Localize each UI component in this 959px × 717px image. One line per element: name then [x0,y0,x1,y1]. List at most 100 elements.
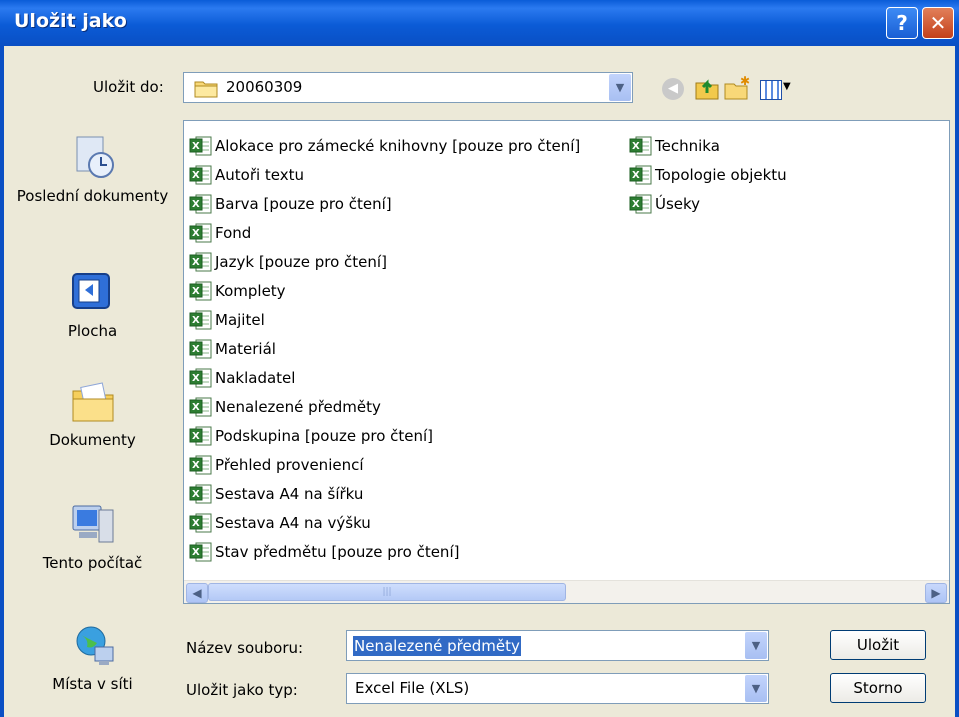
my-computer-icon [72,505,113,543]
place-network[interactable]: Místa v síti [10,621,175,695]
my-documents-icon [72,382,113,422]
horizontal-scrollbar[interactable]: ◀ ||| ▶ [184,580,949,603]
title-bar: Uložit jako ? ✕ [0,0,959,46]
file-item[interactable]: X Barva [pouze pro čtení] [189,189,580,218]
desktop-icon [71,273,110,309]
file-item[interactable]: X Majitel [189,305,580,334]
window-title: Uložit jako [14,10,127,32]
help-button[interactable]: ? [886,7,918,39]
file-name: Sestava A4 na šířku [215,484,364,503]
excel-file-icon: X [629,136,652,155]
filetype-label: Uložit jako typ: [186,681,298,699]
filetype-value: Excel File (XLS) [355,679,470,697]
svg-text:X: X [192,489,200,500]
file-item[interactable]: X Stav předmětu [pouze pro čtení] [189,537,580,566]
svg-text:✱: ✱ [740,75,750,88]
svg-text:X: X [192,431,200,442]
place-my-computer[interactable]: Tento počítač [10,500,175,574]
filename-field[interactable]: Nenalezené předměty ▼ [346,630,769,661]
up-folder-icon[interactable] [694,75,720,101]
file-name: Jazyk [pouze pro čtení] [215,252,387,271]
file-name: Stav předmětu [pouze pro čtení] [215,542,460,561]
place-label-documents: Dokumenty [49,431,136,449]
file-item[interactable]: X Nenalezené předměty [189,392,580,421]
svg-text:X: X [632,170,640,181]
file-name: Topologie objektu [655,165,787,184]
chevron-down-icon[interactable]: ▼ [745,632,767,659]
svg-text:X: X [192,547,200,558]
file-item[interactable]: X Úseky [629,189,787,218]
place-desktop[interactable]: Plocha [10,268,175,342]
file-name: Alokace pro zámecké knihovny [pouze pro … [215,136,581,155]
file-item[interactable]: X Autoři textu [189,160,580,189]
file-name: Fond [215,223,252,242]
file-name: Autoři textu [215,165,305,184]
file-item[interactable]: X Nakladatel [189,363,580,392]
file-name: Úseky [655,194,701,213]
svg-text:X: X [632,199,640,210]
filetype-select[interactable]: Excel File (XLS) ▼ [346,673,769,704]
chevron-down-icon[interactable]: ▼ [745,675,767,702]
network-places-icon [76,626,113,665]
excel-file-icon: X [189,136,212,155]
save-button[interactable]: Uložit [830,630,926,660]
excel-file-icon: X [189,455,212,474]
cancel-button[interactable]: Storno [830,673,926,703]
scroll-left-icon[interactable]: ◀ [186,583,208,603]
file-item[interactable]: X Technika [629,131,787,160]
close-button[interactable]: ✕ [922,7,954,39]
back-icon[interactable]: ◀ [662,78,684,100]
file-list[interactable]: X Alokace pro zámecké knihovny [pouze pro… [183,120,950,604]
excel-file-icon: X [189,281,212,300]
svg-text:X: X [632,141,640,152]
excel-file-icon: X [189,513,212,532]
scroll-right-icon[interactable]: ▶ [925,583,947,603]
excel-file-icon: X [189,165,212,184]
file-name: Podskupina [pouze pro čtení] [215,426,434,445]
file-item[interactable]: X Podskupina [pouze pro čtení] [189,421,580,450]
chevron-down-icon[interactable]: ▼ [609,74,631,101]
filename-value: Nenalezené předměty [353,636,521,656]
excel-file-icon: X [189,397,212,416]
excel-file-icon: X [189,339,212,358]
file-item[interactable]: X Topologie objektu [629,160,787,189]
file-name: Majitel [215,310,265,329]
file-column-1: X Alokace pro zámecké knihovny [pouze pro… [189,131,580,566]
recent-documents-icon [76,136,114,178]
place-my-documents[interactable]: Dokumenty [10,377,175,451]
file-item[interactable]: X Materiál [189,334,580,363]
file-item[interactable]: X Sestava A4 na šířku [189,479,580,508]
file-name: Barva [pouze pro čtení] [215,194,392,213]
file-item[interactable]: X Sestava A4 na výšku [189,508,580,537]
svg-text:X: X [192,402,200,413]
excel-file-icon: X [189,426,212,445]
file-item[interactable]: X Alokace pro zámecké knihovny [pouze pro… [189,131,580,160]
filename-label: Název souboru: [186,639,304,657]
file-name: Sestava A4 na výšku [215,513,371,532]
svg-text:X: X [192,141,200,152]
excel-file-icon: X [629,165,652,184]
save-in-combo[interactable]: 20060309 ▼ [183,72,633,103]
new-folder-icon[interactable]: ✱ [723,75,751,101]
svg-text:X: X [192,228,200,239]
excel-file-icon: X [189,484,212,503]
svg-text:X: X [192,373,200,384]
view-menu-icon[interactable]: ▼ [760,78,794,100]
file-name: Technika [655,136,720,155]
file-item[interactable]: X Fond [189,218,580,247]
file-name: Nenalezené předměty [215,397,381,416]
scroll-thumb[interactable]: ||| [208,583,566,601]
place-recent-documents[interactable]: Poslední dokumenty [10,133,175,207]
places-bar: Poslední dokumenty Plocha Dokumenty Tent… [10,70,170,710]
excel-file-icon: X [189,310,212,329]
svg-text:X: X [192,286,200,297]
folder-icon [194,81,218,98]
file-item[interactable]: X Přehled proveniencí [189,450,580,479]
place-label-desktop: Plocha [67,322,118,340]
excel-file-icon: X [189,252,212,271]
excel-file-icon: X [189,223,212,242]
svg-text:X: X [192,344,200,355]
file-item[interactable]: X Komplety [189,276,580,305]
file-item[interactable]: X Jazyk [pouze pro čtení] [189,247,580,276]
svg-text:X: X [192,257,200,268]
